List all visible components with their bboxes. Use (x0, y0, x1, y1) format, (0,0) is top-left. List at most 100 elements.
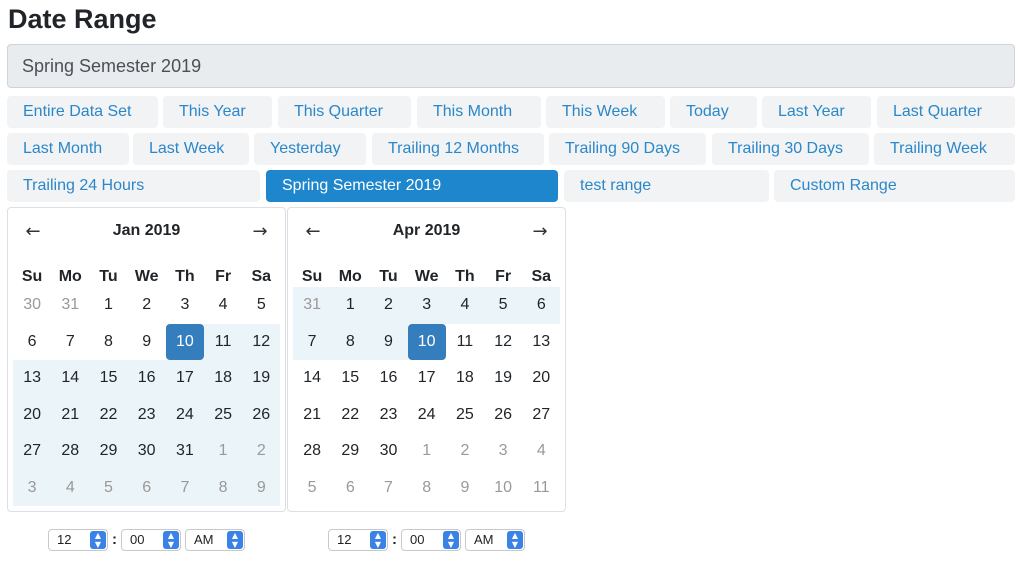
day-cell[interactable]: 2 (128, 287, 166, 324)
preset-trailing-24-hours[interactable]: Trailing 24 Hours (7, 170, 260, 202)
day-cell[interactable]: 7 (293, 323, 332, 360)
preset-trailing-week[interactable]: Trailing Week (874, 133, 1015, 165)
day-cell[interactable]: 22 (89, 396, 128, 433)
day-cell[interactable]: 28 (51, 433, 90, 470)
day-cell[interactable]: 15 (89, 360, 128, 397)
day-cell[interactable]: 13 (522, 324, 560, 361)
day-cell[interactable]: 23 (369, 397, 407, 434)
day-cell[interactable]: 17 (165, 360, 204, 397)
preset-entire-data-set[interactable]: Entire Data Set (7, 96, 158, 128)
day-cell[interactable]: 2 (242, 433, 281, 470)
day-cell[interactable]: 7 (369, 470, 407, 507)
day-cell[interactable]: 5 (89, 469, 128, 506)
day-cell[interactable]: 8 (204, 469, 243, 506)
ampm-select[interactable]: AM ▲ ▼ (465, 529, 525, 551)
day-cell[interactable]: 9 (128, 324, 166, 361)
ampm-select[interactable]: AM ▲ ▼ (185, 529, 245, 551)
day-cell[interactable]: 14 (51, 360, 90, 397)
next-month-arrow-icon[interactable]: → (528, 220, 552, 244)
day-cell[interactable]: 1 (408, 433, 446, 470)
day-cell[interactable]: 13 (13, 360, 52, 397)
day-cell[interactable]: 19 (484, 360, 522, 397)
day-cell[interactable]: 20 (522, 360, 560, 397)
day-cell[interactable]: 27 (522, 397, 560, 434)
preset-trailing-30-days[interactable]: Trailing 30 Days (712, 133, 869, 165)
preset-custom-range[interactable]: Custom Range (774, 170, 1015, 202)
day-cell[interactable]: 7 (165, 469, 204, 506)
day-cell-selected[interactable]: 10 (165, 323, 204, 360)
day-cell[interactable]: 12 (484, 324, 522, 361)
date-range-input[interactable] (7, 44, 1015, 88)
day-cell[interactable]: 2 (369, 287, 408, 324)
day-cell-selected[interactable]: 10 (407, 323, 446, 360)
preset-this-quarter[interactable]: This Quarter (278, 96, 411, 128)
preset-last-year[interactable]: Last Year (762, 96, 871, 128)
preset-today[interactable]: Today (670, 96, 757, 128)
day-cell[interactable]: 30 (127, 433, 166, 470)
day-cell[interactable]: 16 (127, 360, 166, 397)
day-cell[interactable]: 1 (89, 287, 127, 324)
day-cell[interactable]: 9 (446, 470, 484, 507)
preset-this-month[interactable]: This Month (417, 96, 541, 128)
day-cell[interactable]: 18 (204, 360, 243, 397)
day-cell[interactable]: 2 (446, 433, 484, 470)
day-cell[interactable]: 25 (204, 396, 243, 433)
day-cell[interactable]: 9 (242, 469, 281, 506)
day-cell[interactable]: 31 (293, 287, 332, 324)
day-cell[interactable]: 4 (522, 433, 560, 470)
preset-test-range[interactable]: test range (564, 170, 769, 202)
day-cell[interactable]: 31 (51, 287, 89, 324)
minute-select[interactable]: 00 ▲ ▼ (121, 529, 181, 551)
preset-trailing-90-days[interactable]: Trailing 90 Days (549, 133, 706, 165)
day-cell[interactable]: 18 (446, 360, 484, 397)
day-cell[interactable]: 3 (166, 287, 204, 324)
preset-last-week[interactable]: Last Week (133, 133, 249, 165)
day-cell[interactable]: 1 (331, 287, 370, 324)
day-cell[interactable]: 26 (242, 396, 281, 433)
day-cell[interactable]: 8 (331, 323, 370, 360)
day-cell[interactable]: 17 (408, 360, 446, 397)
day-cell[interactable]: 5 (242, 287, 280, 324)
day-cell[interactable]: 30 (369, 433, 407, 470)
day-cell[interactable]: 1 (204, 433, 243, 470)
day-cell[interactable]: 29 (89, 433, 128, 470)
preset-yesterday[interactable]: Yesterday (254, 133, 366, 165)
day-cell[interactable]: 26 (484, 397, 522, 434)
day-cell[interactable]: 6 (331, 470, 369, 507)
hour-select[interactable]: 12 ▲ ▼ (48, 529, 108, 551)
day-cell[interactable]: 3 (484, 433, 522, 470)
preset-this-year[interactable]: This Year (163, 96, 272, 128)
hour-select[interactable]: 12 ▲ ▼ (328, 529, 388, 551)
day-cell[interactable]: 10 (484, 470, 522, 507)
day-cell[interactable]: 27 (13, 433, 52, 470)
day-cell[interactable]: 3 (407, 287, 446, 324)
day-cell[interactable]: 6 (522, 287, 561, 324)
day-cell[interactable]: 15 (331, 360, 369, 397)
preset-this-week[interactable]: This Week (546, 96, 665, 128)
day-cell[interactable]: 6 (13, 324, 51, 361)
day-cell[interactable]: 9 (369, 323, 408, 360)
day-cell[interactable]: 5 (484, 287, 523, 324)
preset-last-quarter[interactable]: Last Quarter (877, 96, 1015, 128)
day-cell[interactable]: 14 (293, 360, 331, 397)
day-cell[interactable]: 12 (242, 323, 281, 360)
day-cell[interactable]: 5 (293, 470, 331, 507)
preset-last-month[interactable]: Last Month (7, 133, 129, 165)
day-cell[interactable]: 8 (89, 324, 127, 361)
day-cell[interactable]: 19 (242, 360, 281, 397)
day-cell[interactable]: 20 (13, 396, 52, 433)
day-cell[interactable]: 4 (204, 287, 242, 324)
day-cell[interactable]: 4 (445, 287, 484, 324)
day-cell[interactable]: 24 (408, 397, 446, 434)
preset-spring-semester-2019[interactable]: Spring Semester 2019 (266, 170, 558, 202)
day-cell[interactable]: 31 (165, 433, 204, 470)
day-cell[interactable]: 30 (13, 287, 51, 324)
day-cell[interactable]: 21 (293, 397, 331, 434)
day-cell[interactable]: 28 (293, 433, 331, 470)
day-cell[interactable]: 6 (127, 469, 166, 506)
day-cell[interactable]: 23 (127, 396, 166, 433)
day-cell[interactable]: 21 (51, 396, 90, 433)
minute-select[interactable]: 00 ▲ ▼ (401, 529, 461, 551)
day-cell[interactable]: 8 (408, 470, 446, 507)
day-cell[interactable]: 11 (446, 324, 484, 361)
